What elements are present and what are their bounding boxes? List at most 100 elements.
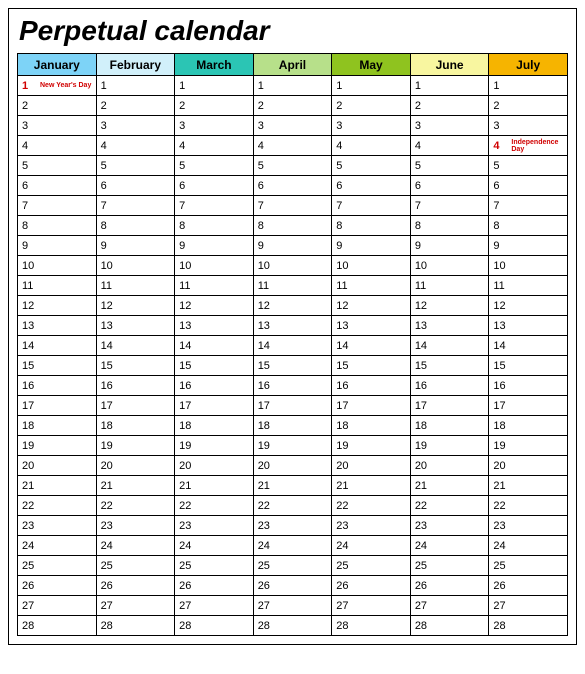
day-number: 9 [334, 240, 352, 252]
day-cell: 23 [332, 516, 411, 536]
table-row: 1New Year's Day111111 [18, 76, 568, 96]
day-cell: 27 [489, 596, 568, 616]
day-number: 25 [99, 560, 117, 572]
day-cell: 15 [96, 356, 175, 376]
day-number: 20 [413, 460, 431, 472]
table-row: 8888888 [18, 216, 568, 236]
day-cell: 23 [489, 516, 568, 536]
day-number: 2 [256, 100, 274, 112]
day-number: 10 [99, 260, 117, 272]
day-number: 4 [413, 140, 431, 152]
day-cell: 15 [175, 356, 254, 376]
day-number: 4 [20, 140, 38, 152]
day-number: 5 [20, 160, 38, 172]
day-cell: 28 [175, 616, 254, 636]
day-number: 3 [413, 120, 431, 132]
table-row: 12121212121212 [18, 296, 568, 316]
day-number: 17 [177, 400, 195, 412]
day-number: 2 [334, 100, 352, 112]
day-cell: 18 [253, 416, 332, 436]
day-number: 16 [20, 380, 38, 392]
day-cell: 4Independence Day [489, 136, 568, 156]
day-cell: 4 [410, 136, 489, 156]
day-number: 22 [491, 500, 509, 512]
day-cell: 13 [175, 316, 254, 336]
day-number: 16 [413, 380, 431, 392]
day-cell: 8 [332, 216, 411, 236]
day-number: 27 [20, 600, 38, 612]
day-number: 3 [491, 120, 509, 132]
day-number: 7 [334, 200, 352, 212]
day-number: 9 [20, 240, 38, 252]
day-number: 24 [491, 540, 509, 552]
day-cell: 7 [410, 196, 489, 216]
day-number: 10 [334, 260, 352, 272]
day-number: 19 [177, 440, 195, 452]
day-number: 5 [256, 160, 274, 172]
day-number: 23 [20, 520, 38, 532]
holiday-label: Independence Day [509, 139, 565, 153]
day-cell: 11 [18, 276, 97, 296]
day-number: 6 [177, 180, 195, 192]
day-cell: 21 [253, 476, 332, 496]
day-number: 7 [20, 200, 38, 212]
day-cell: 9 [410, 236, 489, 256]
day-number: 20 [334, 460, 352, 472]
day-number: 14 [413, 340, 431, 352]
month-header: April [253, 54, 332, 76]
day-number: 6 [413, 180, 431, 192]
table-row: 19191919191919 [18, 436, 568, 456]
day-cell: 9 [18, 236, 97, 256]
day-cell: 13 [489, 316, 568, 336]
table-row: 17171717171717 [18, 396, 568, 416]
day-number: 14 [99, 340, 117, 352]
day-cell: 7 [332, 196, 411, 216]
day-cell: 4 [96, 136, 175, 156]
day-number: 2 [99, 100, 117, 112]
day-number: 15 [256, 360, 274, 372]
day-number: 6 [256, 180, 274, 192]
day-cell: 22 [96, 496, 175, 516]
day-number: 16 [256, 380, 274, 392]
day-cell: 28 [410, 616, 489, 636]
day-number: 25 [20, 560, 38, 572]
day-cell: 2 [410, 96, 489, 116]
day-number: 18 [20, 420, 38, 432]
day-number: 23 [491, 520, 509, 532]
day-cell: 3 [96, 116, 175, 136]
day-number: 12 [177, 300, 195, 312]
day-number: 2 [20, 100, 38, 112]
day-cell: 17 [253, 396, 332, 416]
day-cell: 28 [332, 616, 411, 636]
table-row: 20202020202020 [18, 456, 568, 476]
day-number: 5 [413, 160, 431, 172]
day-cell: 22 [332, 496, 411, 516]
day-cell: 19 [96, 436, 175, 456]
day-number: 19 [334, 440, 352, 452]
day-number: 13 [177, 320, 195, 332]
day-number: 22 [177, 500, 195, 512]
day-cell: 9 [489, 236, 568, 256]
day-cell: 17 [489, 396, 568, 416]
day-number: 27 [334, 600, 352, 612]
day-number: 15 [20, 360, 38, 372]
day-cell: 17 [18, 396, 97, 416]
day-number: 13 [413, 320, 431, 332]
day-number: 14 [177, 340, 195, 352]
day-number: 8 [20, 220, 38, 232]
day-number: 26 [99, 580, 117, 592]
day-cell: 20 [96, 456, 175, 476]
day-cell: 5 [96, 156, 175, 176]
day-cell: 4 [332, 136, 411, 156]
day-number: 8 [177, 220, 195, 232]
day-cell: 16 [18, 376, 97, 396]
day-number: 17 [334, 400, 352, 412]
table-row: 27272727272727 [18, 596, 568, 616]
day-number: 10 [20, 260, 38, 272]
day-cell: 17 [410, 396, 489, 416]
day-cell: 24 [18, 536, 97, 556]
day-number: 23 [334, 520, 352, 532]
day-cell: 17 [332, 396, 411, 416]
day-cell: 7 [18, 196, 97, 216]
day-number: 21 [413, 480, 431, 492]
